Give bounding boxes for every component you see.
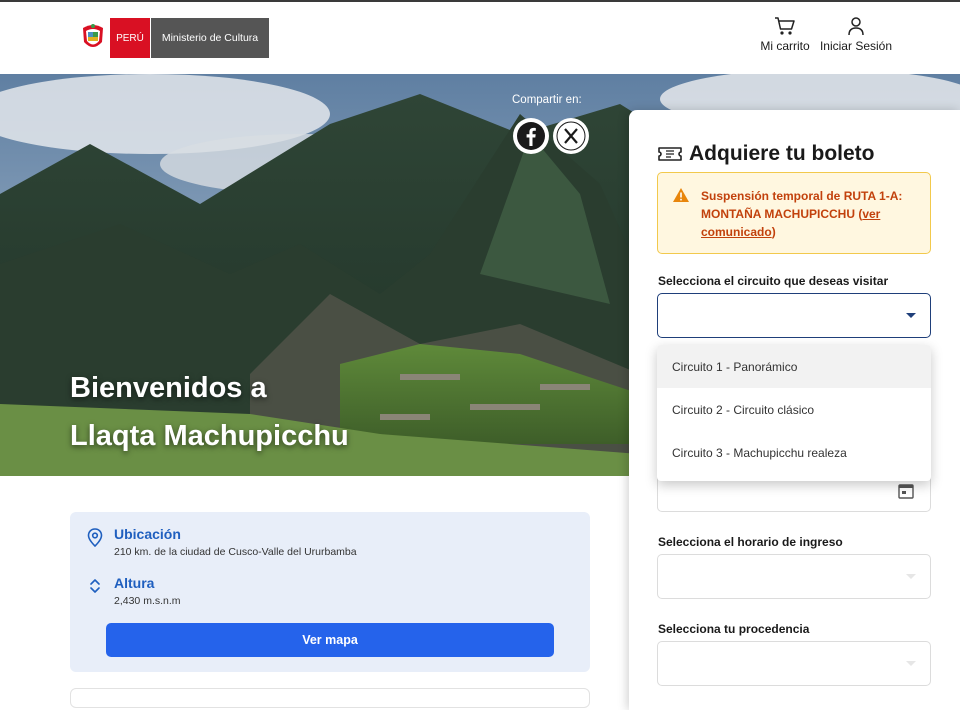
login-label: Iniciar Sesión xyxy=(819,39,893,53)
chevron-down-icon xyxy=(906,313,916,318)
chevron-down-icon xyxy=(906,661,916,666)
location-title: Ubicación xyxy=(114,526,181,542)
ministerio-logo[interactable]: PERÚ Ministerio de Cultura xyxy=(78,18,269,58)
calendar-icon xyxy=(898,484,914,499)
chevron-down-icon xyxy=(906,574,916,579)
circuit-select[interactable] xyxy=(657,293,931,338)
origin-label: Selecciona tu procedencia xyxy=(658,622,810,636)
user-icon xyxy=(848,17,864,36)
altitude-row: Altura 2,430 m.s.n.m xyxy=(86,575,181,607)
altitude-chevrons-icon xyxy=(86,575,104,595)
circuit-option[interactable]: Circuito 2 - Circuito clásico xyxy=(657,388,931,431)
origin-select[interactable] xyxy=(657,641,931,686)
circuit-label: Selecciona el circuito que deseas visita… xyxy=(658,274,889,288)
alert-link-close: ) xyxy=(771,225,776,239)
login-button[interactable]: Iniciar Sesión xyxy=(817,16,895,53)
x-share-button[interactable] xyxy=(553,118,589,154)
hero-title-line1: Bienvenidos a xyxy=(70,372,267,404)
circuit-dropdown: Circuito 1 - Panorámico Circuito 2 - Cir… xyxy=(657,345,931,481)
altitude-title: Altura xyxy=(114,575,155,591)
ministerio-label: Ministerio de Cultura xyxy=(151,18,269,58)
ticket-panel-title: Adquiere tu boleto xyxy=(657,142,875,166)
view-map-button[interactable]: Ver mapa xyxy=(106,623,554,657)
facebook-icon xyxy=(517,122,545,150)
cart-icon xyxy=(775,17,795,35)
hero-title: Bienvenidos a Llaqta Machupicchu xyxy=(70,364,349,460)
location-pin-icon xyxy=(86,526,104,547)
peru-coat-of-arms-icon xyxy=(78,18,108,58)
facebook-share-button[interactable] xyxy=(513,118,549,154)
location-text: 210 km. de la ciudad de Cusco-Valle del … xyxy=(114,546,357,558)
altitude-text: 2,430 m.s.n.m xyxy=(114,595,181,607)
site-info-card: Ubicación 210 km. de la ciudad de Cusco-… xyxy=(70,512,590,672)
ticket-title-text: Adquiere tu boleto xyxy=(689,142,875,165)
location-row: Ubicación 210 km. de la ciudad de Cusco-… xyxy=(86,526,357,558)
share-label: Compartir en: xyxy=(512,94,582,106)
schedule-label: Selecciona el horario de ingreso xyxy=(658,535,843,549)
next-card xyxy=(70,688,590,708)
site-header: PERÚ Ministerio de Cultura Mi carrito In… xyxy=(0,2,960,74)
cart-label: Mi carrito xyxy=(760,39,810,53)
cart-button[interactable]: Mi carrito xyxy=(756,16,814,53)
alert-message: Suspensión temporal de RUTA 1-A: MONTAÑA… xyxy=(701,187,923,241)
peru-label: PERÚ xyxy=(110,18,150,58)
schedule-select[interactable] xyxy=(657,554,931,599)
circuit-option[interactable]: Circuito 3 - Machupicchu realeza xyxy=(657,431,931,474)
ticket-icon xyxy=(658,147,682,161)
hero-title-line2: Llaqta Machupicchu xyxy=(70,420,349,452)
x-icon xyxy=(556,121,586,151)
suspension-alert: Suspensión temporal de RUTA 1-A: MONTAÑA… xyxy=(657,172,931,254)
warning-icon xyxy=(673,188,689,202)
circuit-option[interactable]: Circuito 1 - Panorámico xyxy=(657,345,931,388)
